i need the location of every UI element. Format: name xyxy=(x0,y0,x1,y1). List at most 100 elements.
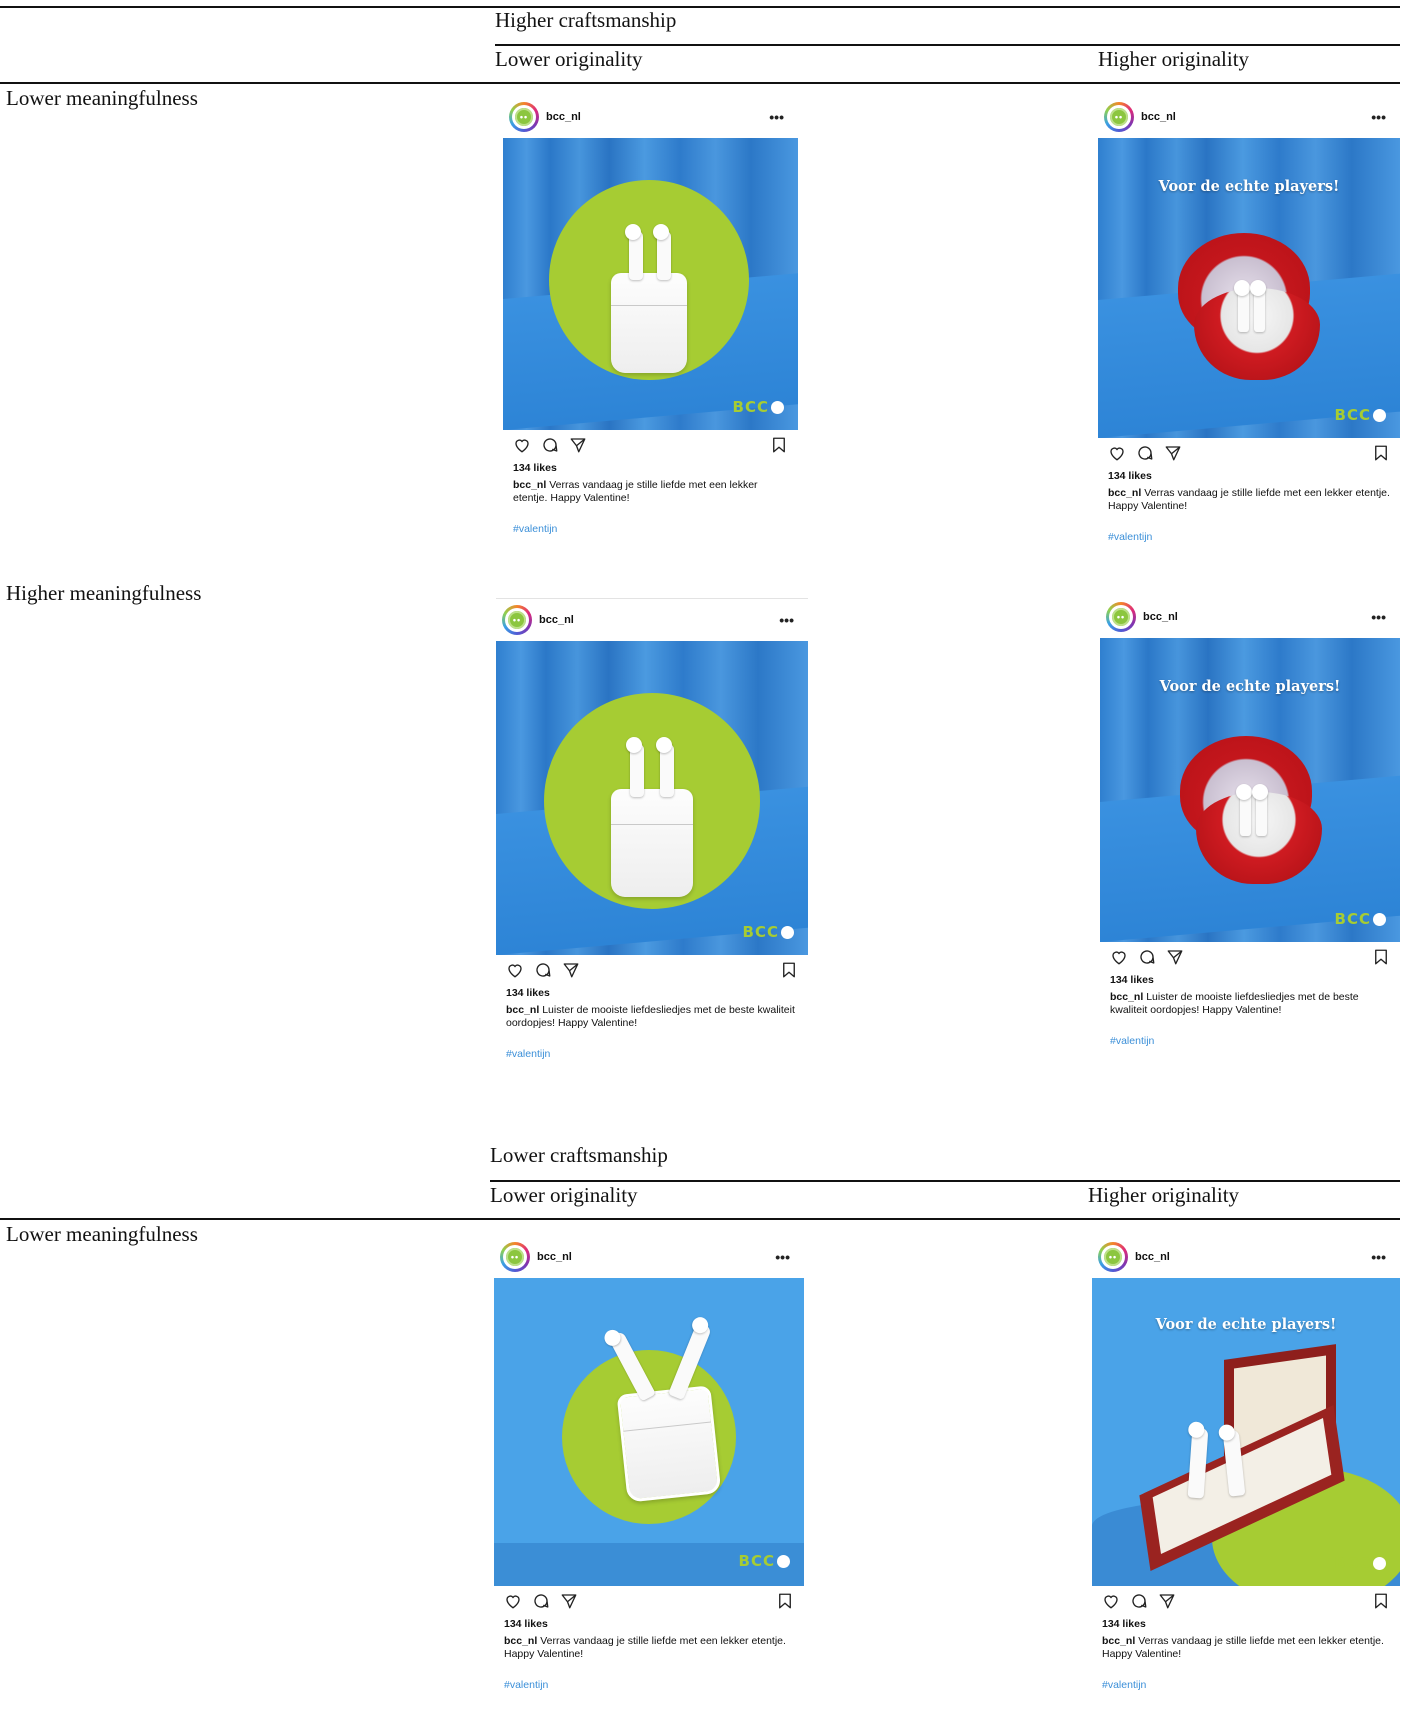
bcc-logo: BCC xyxy=(1335,910,1386,928)
originality-rule-bottom xyxy=(0,1218,1400,1220)
post-photo: Voor de echte players! BCC xyxy=(1100,638,1400,942)
avatar[interactable]: •• xyxy=(500,1242,530,1272)
airpod-right xyxy=(656,737,674,797)
post-actions xyxy=(494,1586,804,1616)
comment-icon[interactable] xyxy=(1130,1592,1148,1610)
more-options-icon[interactable]: ••• xyxy=(1371,1250,1394,1264)
airpod-right xyxy=(653,224,671,280)
slogan: Voor de echte players! xyxy=(1155,1316,1337,1333)
bcc-logo: BCC xyxy=(1335,1554,1386,1572)
post-header: •• bcc_nl ••• xyxy=(1098,96,1400,138)
post-photo: BCC xyxy=(496,641,808,955)
more-options-icon[interactable]: ••• xyxy=(769,110,792,124)
avatar[interactable]: •• xyxy=(1104,102,1134,132)
likes-count: 134 likes xyxy=(513,462,557,474)
bookmark-icon[interactable] xyxy=(1372,948,1390,966)
share-icon[interactable] xyxy=(562,961,580,979)
originality-low-header-top: Lower originality xyxy=(495,47,643,71)
username[interactable]: bcc_nl xyxy=(1135,1251,1170,1263)
username[interactable]: bcc_nl xyxy=(539,614,574,626)
hashtag-link[interactable]: #valentijn xyxy=(503,523,798,535)
heart-icon[interactable] xyxy=(1110,948,1128,966)
post-actions xyxy=(503,430,798,460)
post-photo: Voor de echte players! BCC xyxy=(1098,138,1400,438)
comment-icon[interactable] xyxy=(1138,948,1156,966)
likes-count: 134 likes xyxy=(1108,470,1152,482)
comment-icon[interactable] xyxy=(541,436,559,454)
share-icon[interactable] xyxy=(1164,444,1182,462)
more-options-icon[interactable]: ••• xyxy=(775,1250,798,1264)
comment-icon[interactable] xyxy=(532,1592,550,1610)
craftsmanship-rule-top xyxy=(495,44,1400,46)
share-icon[interactable] xyxy=(569,436,587,454)
instagram-post-hc-ho-lm: •• bcc_nl ••• Voor de echte players! BCC… xyxy=(1098,96,1400,544)
share-icon[interactable] xyxy=(1166,948,1184,966)
instagram-post-hc-lo-lm: •• bcc_nl ••• BCC 134 likes bcc_nl Verra… xyxy=(503,96,798,536)
bcc-logo: BCC xyxy=(743,923,794,941)
instagram-post-lc-ho-lm: •• bcc_nl ••• Voor de echte players! BCC… xyxy=(1092,1236,1400,1692)
airpod-right xyxy=(1252,784,1268,836)
likes-count: 134 likes xyxy=(506,987,550,999)
caption: bcc_nl Luister de mooiste liefdesliedjes… xyxy=(1110,991,1359,1017)
craftsmanship-header-bottom: Lower craftsmanship xyxy=(490,1143,668,1167)
more-options-icon[interactable]: ••• xyxy=(1371,610,1394,624)
post-header: •• bcc_nl ••• xyxy=(503,96,798,138)
airpod-left xyxy=(626,737,644,797)
heart-icon[interactable] xyxy=(513,436,531,454)
heart-icon[interactable] xyxy=(1108,444,1126,462)
more-options-icon[interactable]: ••• xyxy=(779,613,802,627)
slogan: Voor de echte players! xyxy=(1159,678,1341,695)
hashtag-link[interactable]: #valentijn xyxy=(496,1048,808,1060)
heart-icon[interactable] xyxy=(506,961,524,979)
post-header: •• bcc_nl ••• xyxy=(1092,1236,1400,1278)
post-actions xyxy=(1100,942,1400,972)
post-photo: BCC xyxy=(503,138,798,430)
more-options-icon[interactable]: ••• xyxy=(1371,110,1394,124)
avatar[interactable]: •• xyxy=(1106,602,1136,632)
airpods-case xyxy=(611,789,693,897)
comment-icon[interactable] xyxy=(1136,444,1154,462)
bcc-logo: BCC xyxy=(739,1552,790,1570)
heart-icon[interactable] xyxy=(504,1592,522,1610)
username[interactable]: bcc_nl xyxy=(1141,111,1176,123)
airpod-left xyxy=(1236,784,1252,836)
username[interactable]: bcc_nl xyxy=(546,111,581,123)
bookmark-icon[interactable] xyxy=(1372,444,1390,462)
post-photo: Voor de echte players! BCC xyxy=(1092,1278,1400,1586)
row-label-lower-meaningfulness-top: Lower meaningfulness xyxy=(6,86,198,110)
originality-high-header-top: Higher originality xyxy=(1098,47,1250,71)
instagram-post-hc-lo-hm: •• bcc_nl ••• BCC 134 likes bcc_nl Luist… xyxy=(496,598,808,1061)
likes-count: 134 likes xyxy=(1110,974,1154,986)
comment-icon[interactable] xyxy=(534,961,552,979)
bookmark-icon[interactable] xyxy=(780,961,798,979)
airpods-case xyxy=(611,273,687,373)
bookmark-icon[interactable] xyxy=(770,436,788,454)
hashtag-link[interactable]: #valentijn xyxy=(1100,1035,1400,1047)
caption: bcc_nl Verras vandaag je stille liefde m… xyxy=(1102,1635,1384,1661)
share-icon[interactable] xyxy=(1158,1592,1176,1610)
hashtag-link[interactable]: #valentijn xyxy=(1092,1679,1400,1691)
hashtag-link[interactable]: #valentijn xyxy=(494,1679,804,1691)
share-icon[interactable] xyxy=(560,1592,578,1610)
post-header: •• bcc_nl ••• xyxy=(496,599,808,641)
avatar[interactable]: •• xyxy=(509,102,539,132)
heart-icon[interactable] xyxy=(1102,1592,1120,1610)
post-actions xyxy=(1098,438,1400,468)
top-rule xyxy=(0,6,1400,8)
likes-count: 134 likes xyxy=(1102,1618,1146,1630)
hashtag-link[interactable]: #valentijn xyxy=(1098,531,1400,543)
originality-low-header-bottom: Lower originality xyxy=(490,1183,638,1207)
likes-count: 134 likes xyxy=(504,1618,548,1630)
post-header: •• bcc_nl ••• xyxy=(1100,596,1400,638)
caption: bcc_nl Luister de mooiste liefdesliedjes… xyxy=(506,1004,795,1030)
username[interactable]: bcc_nl xyxy=(537,1251,572,1263)
username[interactable]: bcc_nl xyxy=(1143,611,1178,623)
caption: bcc_nl Verras vandaag je stille liefde m… xyxy=(1108,487,1390,513)
bookmark-icon[interactable] xyxy=(776,1592,794,1610)
bookmark-icon[interactable] xyxy=(1372,1592,1390,1610)
avatar[interactable]: •• xyxy=(1098,1242,1128,1272)
avatar[interactable]: •• xyxy=(502,605,532,635)
craftsmanship-rule-bottom xyxy=(490,1180,1400,1182)
row-label-lower-meaningfulness-bottom: Lower meaningfulness xyxy=(6,1222,198,1246)
post-header: •• bcc_nl ••• xyxy=(494,1236,804,1278)
